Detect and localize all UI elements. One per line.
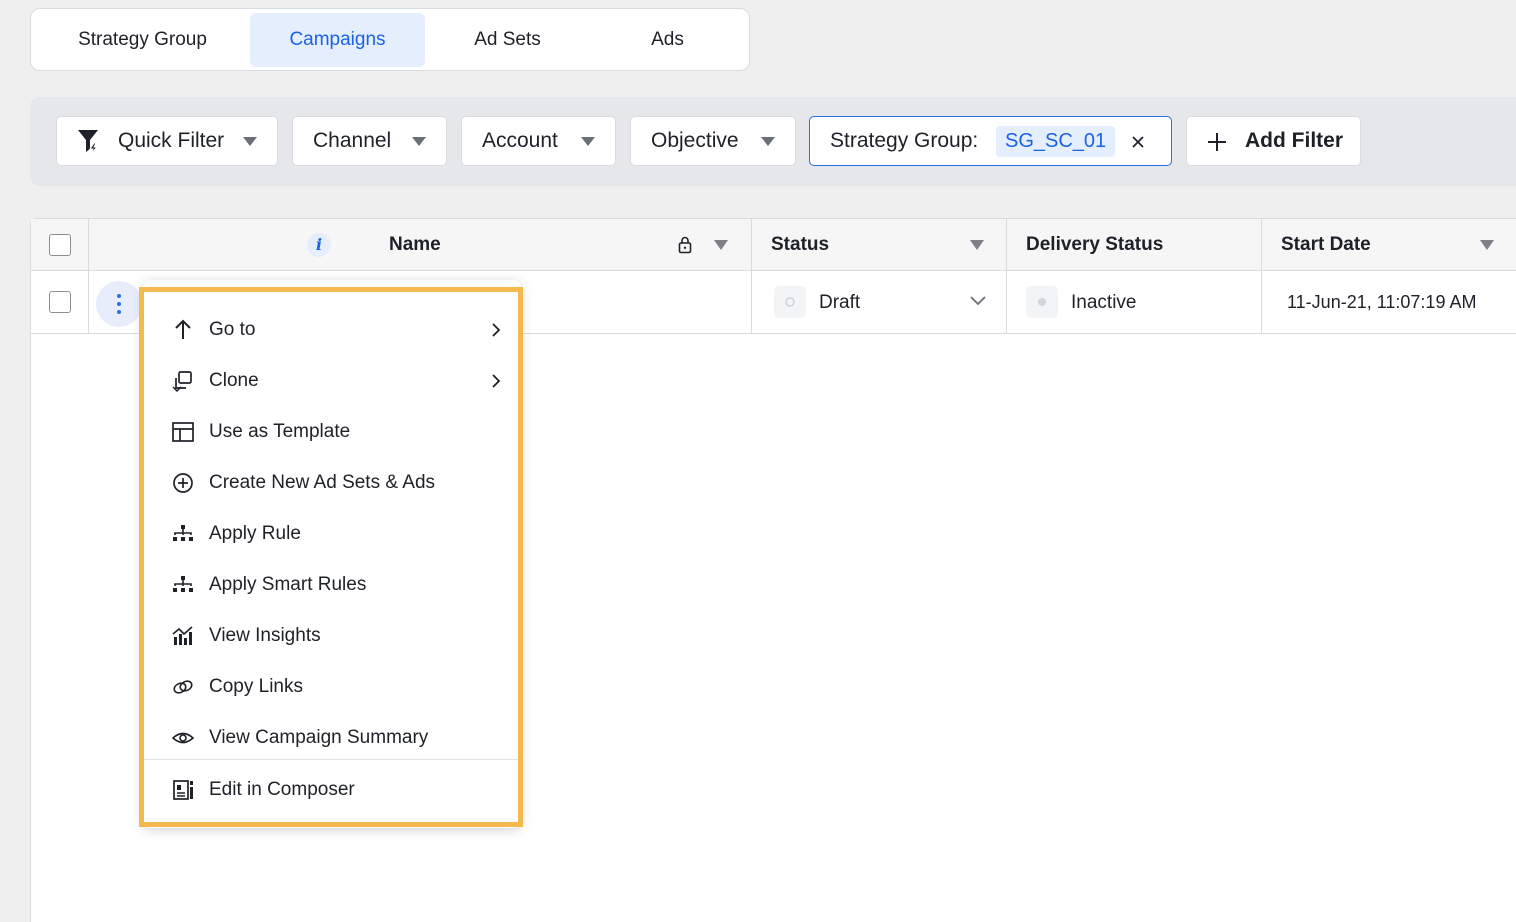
- lock-icon[interactable]: [678, 236, 692, 254]
- row-actions-button[interactable]: [96, 281, 142, 327]
- chevron-down-icon: [243, 137, 257, 146]
- menu-item-label: Clone: [209, 370, 259, 391]
- menu-item-view-insights[interactable]: View Insights: [144, 611, 518, 661]
- entity-tabs: Strategy Group Campaigns Ad Sets Ads: [30, 8, 750, 71]
- quick-filter-label: Quick Filter: [118, 129, 225, 152]
- menu-item-label: View Insights: [209, 625, 321, 646]
- plus-icon: [1208, 133, 1226, 151]
- objective-filter[interactable]: Objective: [630, 116, 796, 166]
- row-actions-menu: Go to Clone Use as Template Create New A…: [139, 287, 523, 827]
- menu-item-label: Use as Template: [209, 421, 351, 442]
- kebab-dot: [117, 294, 121, 298]
- account-filter-label: Account: [482, 129, 558, 152]
- chevron-down-icon: [761, 137, 775, 146]
- menu-item-label: Apply Rule: [209, 523, 301, 544]
- filter-bar: Quick Filter Channel Account Objective S…: [30, 97, 1516, 186]
- start-date-column-sort-caret[interactable]: [1480, 240, 1494, 250]
- channel-filter-label: Channel: [313, 129, 392, 152]
- column-header-name[interactable]: Name: [389, 234, 441, 256]
- filter-icon: [78, 130, 99, 155]
- hierarchy-icon: [173, 525, 193, 541]
- menu-item-edit-in-composer[interactable]: Edit in Composer: [144, 765, 518, 815]
- strategy-group-filter[interactable]: Strategy Group: SG_SC_01: [809, 116, 1172, 166]
- chevron-right-icon: [492, 323, 501, 337]
- status-column-sort-caret[interactable]: [970, 240, 984, 250]
- tab-ad-sets[interactable]: Ad Sets: [425, 13, 590, 67]
- menu-item-label: View Campaign Summary: [209, 727, 429, 748]
- menu-item-label: Apply Smart Rules: [209, 574, 367, 595]
- objective-filter-label: Objective: [651, 129, 739, 152]
- column-header-start-date[interactable]: Start Date: [1281, 234, 1371, 256]
- plus-circle-icon: [173, 473, 193, 493]
- start-date-value: 11-Jun-21, 11:07:19 AM: [1287, 292, 1477, 312]
- link-icon: [173, 680, 193, 694]
- menu-item-apply-smart-rules[interactable]: Apply Smart Rules: [144, 560, 518, 610]
- status-indicator: [774, 286, 806, 318]
- menu-item-create-new-ad-sets-ads[interactable]: Create New Ad Sets & Ads: [144, 458, 518, 508]
- inactive-status-icon: [1038, 298, 1046, 306]
- menu-item-view-campaign-summary[interactable]: View Campaign Summary: [144, 713, 518, 763]
- arrow-up-icon: [175, 319, 191, 339]
- composer-icon: [173, 780, 193, 800]
- tab-campaigns[interactable]: Campaigns: [250, 12, 425, 67]
- draft-status-icon: [785, 297, 795, 307]
- add-filter-label: Add Filter: [1245, 129, 1343, 152]
- column-divider: [1006, 219, 1007, 334]
- chevron-right-icon: [492, 374, 501, 388]
- menu-item-copy-links[interactable]: Copy Links: [144, 662, 518, 712]
- menu-divider: [144, 759, 518, 760]
- channel-filter[interactable]: Channel: [292, 116, 447, 166]
- chevron-down-icon: [581, 137, 595, 146]
- menu-item-label: Go to: [209, 319, 256, 340]
- chevron-down-icon[interactable]: [969, 295, 987, 307]
- delivery-status-indicator: [1026, 286, 1058, 318]
- select-all-checkbox[interactable]: [49, 234, 71, 256]
- menu-item-label: Edit in Composer: [209, 779, 355, 800]
- kebab-dot: [117, 310, 121, 314]
- menu-item-clone[interactable]: Clone: [144, 356, 518, 406]
- column-divider: [88, 219, 89, 334]
- delivery-status-value: Inactive: [1071, 292, 1137, 313]
- menu-item-label: Create New Ad Sets & Ads: [209, 472, 436, 493]
- row-checkbox[interactable]: [49, 291, 71, 313]
- hierarchy-icon: [173, 576, 193, 592]
- column-divider: [1261, 219, 1262, 334]
- info-icon[interactable]: i: [307, 233, 331, 257]
- menu-item-go-to[interactable]: Go to: [144, 305, 518, 355]
- name-column-sort-caret[interactable]: [714, 240, 728, 250]
- quick-filter-button[interactable]: Quick Filter: [56, 116, 278, 166]
- clone-icon: [172, 371, 192, 393]
- column-header-delivery-status[interactable]: Delivery Status: [1026, 234, 1163, 256]
- menu-item-label: Copy Links: [209, 676, 303, 697]
- menu-item-apply-rule[interactable]: Apply Rule: [144, 509, 518, 559]
- status-value: Draft: [819, 292, 861, 313]
- account-filter[interactable]: Account: [461, 116, 616, 166]
- kebab-dot: [117, 302, 121, 306]
- tab-strategy-group[interactable]: Strategy Group: [35, 13, 250, 67]
- column-divider: [751, 219, 752, 334]
- chevron-down-icon: [412, 137, 426, 146]
- eye-icon: [171, 732, 195, 744]
- add-filter-button[interactable]: Add Filter: [1186, 116, 1361, 166]
- tab-ads[interactable]: Ads: [590, 13, 745, 67]
- strategy-group-chip: SG_SC_01: [996, 125, 1116, 157]
- close-icon[interactable]: [1131, 135, 1145, 149]
- insights-icon: [172, 626, 193, 645]
- column-header-status[interactable]: Status: [771, 234, 829, 256]
- template-icon: [172, 422, 194, 442]
- strategy-group-filter-label: Strategy Group:: [830, 129, 979, 152]
- table-header: i Name Status Delivery Status Start Date: [31, 219, 1516, 271]
- menu-item-use-as-template[interactable]: Use as Template: [144, 407, 518, 457]
